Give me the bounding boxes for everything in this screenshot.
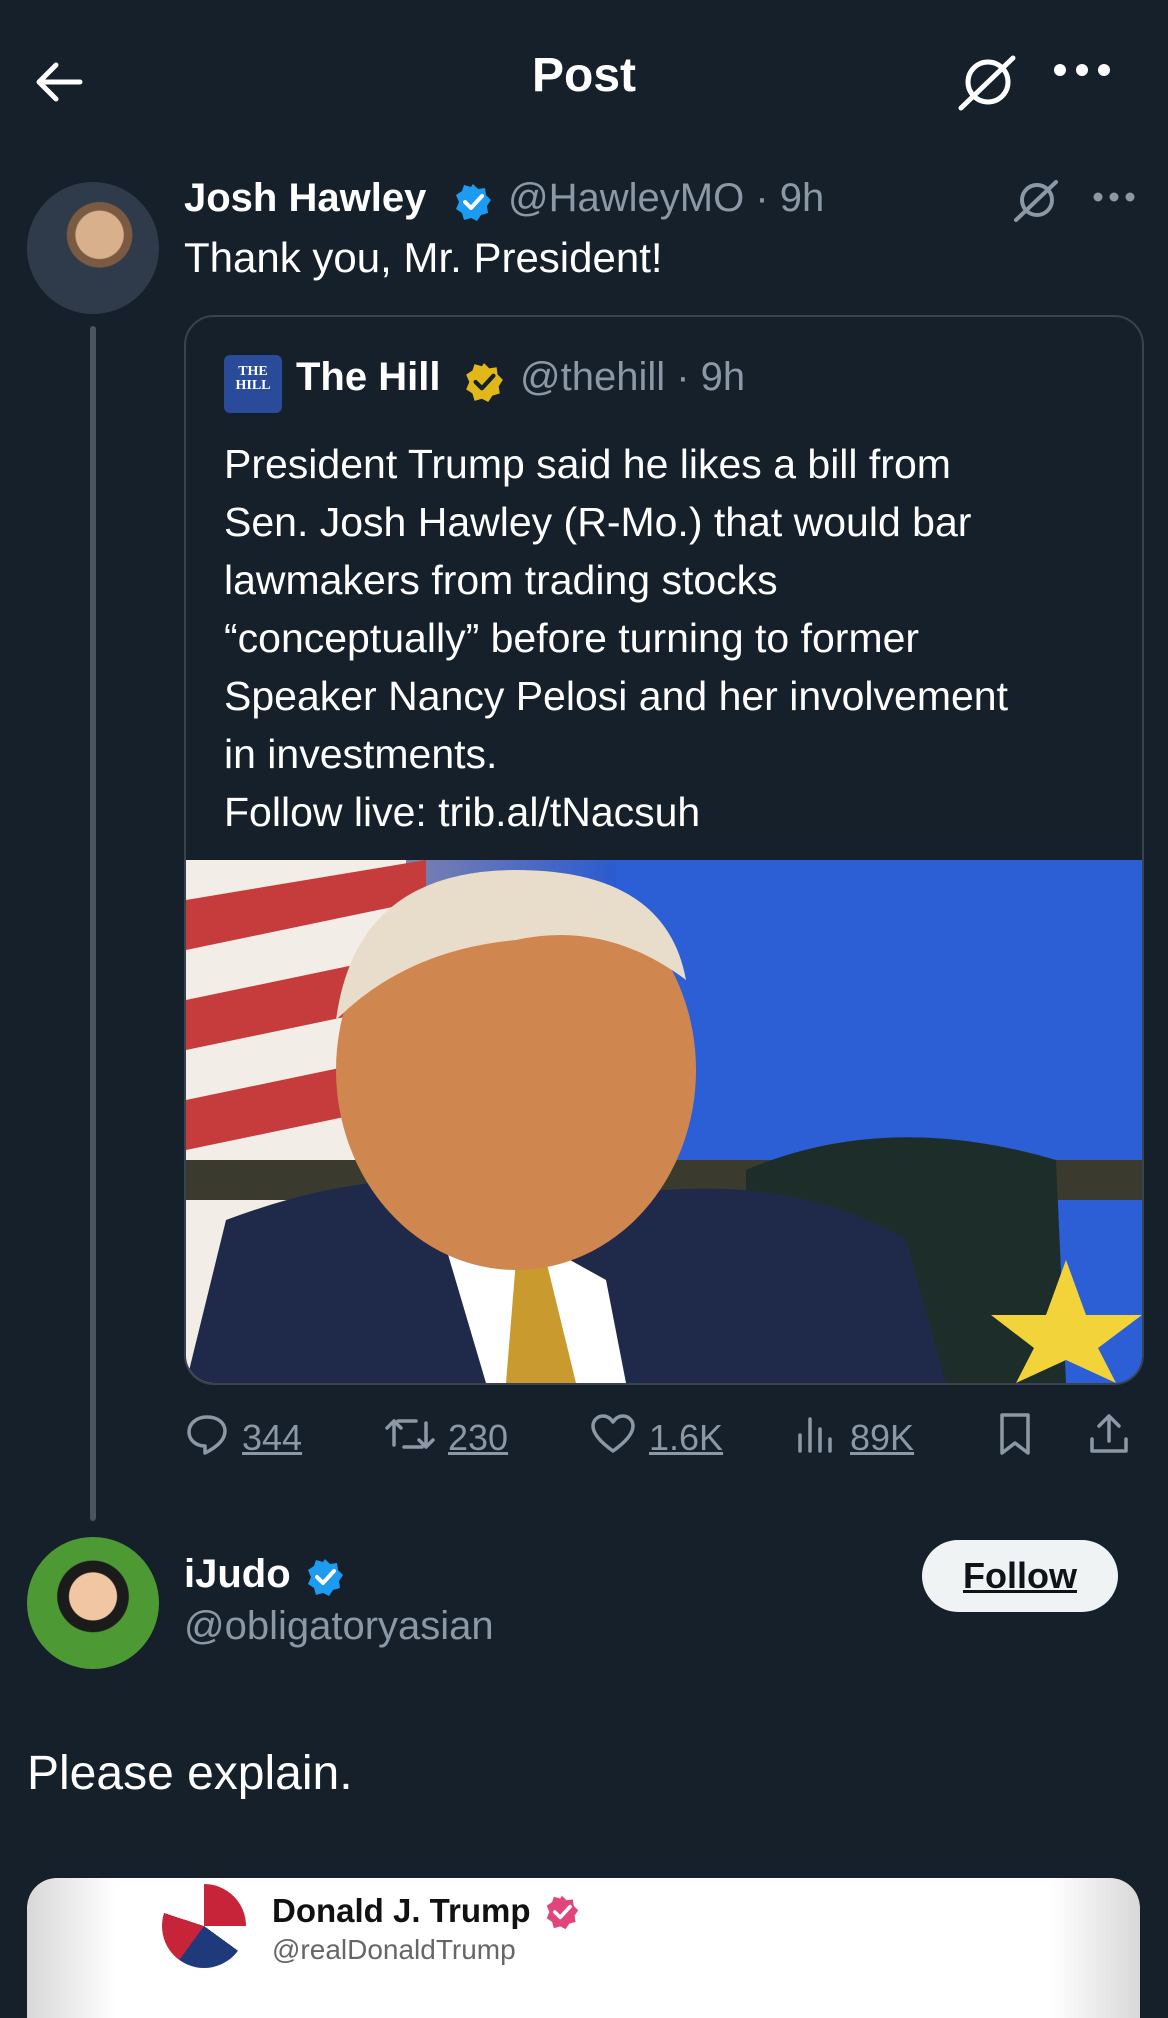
quoted-text-line: “conceptually” before turning to former — [224, 615, 920, 661]
quoted-post-text: President Trump said he likes a bill fro… — [224, 435, 1104, 841]
quoted-text-line: Speaker Nancy Pelosi and her involvement — [224, 673, 1008, 719]
grok-icon[interactable] — [955, 50, 1019, 114]
embedded-author-name: Donald J. Trump — [272, 1892, 531, 1929]
verified-badge-icon — [453, 182, 493, 222]
repost-button[interactable]: 230 — [384, 1408, 508, 1468]
quoted-post[interactable]: THE HILL The Hill @thehill · 9h President… — [184, 315, 1144, 1385]
reply-button[interactable]: 344 — [184, 1408, 302, 1468]
avatar[interactable] — [27, 182, 159, 314]
repost-icon — [384, 1411, 448, 1466]
repost-count: 230 — [448, 1417, 509, 1458]
action-bar: 344 230 1.6K 89K — [184, 1408, 1140, 1468]
share-button[interactable] — [1086, 1408, 1144, 1468]
like-icon — [589, 1411, 649, 1466]
quoted-author-name: The Hill — [296, 355, 441, 399]
reply-icon — [184, 1411, 242, 1466]
more-icon[interactable] — [1052, 60, 1112, 100]
quoted-author-handle: @thehill · 9h — [520, 355, 746, 399]
quoted-text-line: Sen. Josh Hawley (R-Mo.) that would bar — [224, 499, 972, 545]
avatar[interactable] — [27, 1537, 159, 1669]
author-name[interactable]: Josh Hawley — [184, 176, 426, 221]
verified-badge-icon — [305, 1557, 345, 1597]
share-icon — [1086, 1411, 1144, 1466]
views-count: 89K — [850, 1417, 915, 1458]
reply-author-handle: @obligatoryasian — [184, 1604, 494, 1648]
quoted-text-line: President Trump said he likes a bill fro… — [224, 441, 951, 487]
author-handle: @HawleyMO · 9h — [508, 176, 825, 220]
embedded-image[interactable]: Donald J. Trump @realDonaldTrump — [27, 1878, 1140, 2018]
views-icon — [794, 1411, 850, 1466]
like-button[interactable]: 1.6K — [589, 1408, 723, 1468]
quoted-text-line: in investments. — [224, 731, 498, 777]
quoted-text-link[interactable]: Follow live: trib.al/tNacsuh — [224, 783, 1104, 841]
reply-count: 344 — [242, 1417, 303, 1458]
reply-text: Please explain. — [27, 1747, 353, 1800]
views-button[interactable]: 89K — [794, 1408, 914, 1468]
bookmark-icon — [994, 1411, 1048, 1466]
quoted-text-line: lawmakers from trading stocks — [224, 557, 778, 603]
more-icon[interactable] — [1092, 190, 1136, 210]
embedded-author-handle: @realDonaldTrump — [272, 1934, 516, 1965]
thread-line — [90, 326, 96, 1521]
bookmark-button[interactable] — [994, 1408, 1048, 1468]
verified-badge-icon — [544, 1894, 580, 1930]
top-bar: Post — [0, 0, 1168, 150]
grok-icon[interactable] — [1012, 176, 1060, 224]
like-count: 1.6K — [649, 1417, 724, 1458]
post-text: Thank you, Mr. President! — [184, 234, 663, 281]
post-photo[interactable] — [186, 860, 1142, 1383]
avatar — [162, 1884, 246, 1968]
reply-author-name[interactable]: iJudo — [184, 1552, 291, 1597]
follow-button[interactable]: Follow — [922, 1540, 1118, 1612]
verified-badge-icon — [463, 361, 505, 403]
the-hill-logo: THE HILL — [224, 355, 282, 413]
